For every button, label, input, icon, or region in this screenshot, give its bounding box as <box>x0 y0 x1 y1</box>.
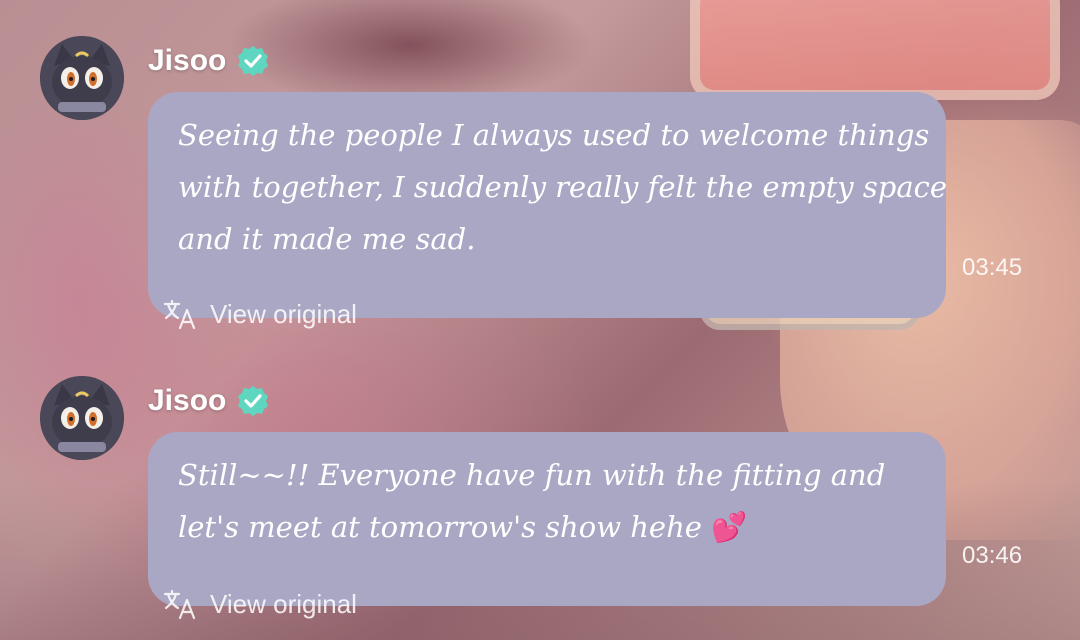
message-text-line: with together, I suddenly really felt th… <box>178 170 948 204</box>
background-phone <box>690 0 1060 100</box>
message-timestamp: 03:45 <box>962 254 1023 281</box>
message-bubble[interactable]: Still~~!! Everyone have fun with the fit… <box>148 432 946 606</box>
view-original-label: View original <box>210 588 357 619</box>
message-timestamp: 03:46 <box>962 542 1023 569</box>
message-text-line: Seeing the people I always used to welco… <box>178 118 930 152</box>
message-text-line: let's meet at tomorrow's show hehe 💕 <box>178 501 916 553</box>
black-cat-avatar-icon <box>40 376 124 460</box>
message-bubble[interactable]: Seeing the people I always used to welco… <box>148 92 948 318</box>
sender-name[interactable]: Jisoo <box>148 44 226 78</box>
message-text-line: and it made me sad. <box>178 222 476 256</box>
verified-badge-icon <box>238 386 269 416</box>
message-text-segment: let's meet at tomorrow's show hehe <box>178 510 712 544</box>
sender-row: Jisoo <box>148 384 270 418</box>
message-text-line: Still~~!! Everyone have fun with the fit… <box>178 458 886 492</box>
two-hearts-emoji-icon: 💕 <box>711 510 748 544</box>
view-original-label: View original <box>210 298 357 329</box>
verified-badge-icon <box>238 46 269 76</box>
black-cat-avatar-icon <box>40 36 124 120</box>
translate-icon <box>163 589 196 620</box>
avatar[interactable] <box>40 376 124 460</box>
view-original-button[interactable]: View original <box>162 588 357 620</box>
sender-name[interactable]: Jisoo <box>148 384 226 418</box>
view-original-button[interactable]: View original <box>162 298 357 330</box>
translate-icon <box>163 299 196 330</box>
sender-row: Jisoo <box>148 44 270 78</box>
avatar[interactable] <box>40 36 124 120</box>
